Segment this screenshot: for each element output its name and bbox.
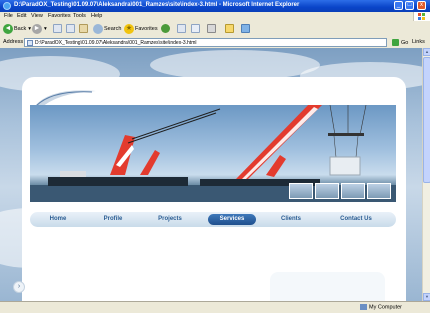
nav-profile[interactable]: Profile xyxy=(92,214,134,225)
thumbnail[interactable] xyxy=(367,183,391,199)
nav-contact-us[interactable]: Contact Us xyxy=(328,214,384,225)
back-button[interactable]: ◄ Back ▾ xyxy=(3,23,31,35)
windows-logo-icon xyxy=(413,12,430,21)
forward-button[interactable]: ► ▾ xyxy=(32,23,47,35)
history-icon[interactable] xyxy=(177,24,186,33)
star-icon: ★ xyxy=(124,23,134,34)
mail-icon[interactable] xyxy=(191,24,200,33)
window-title-bar: D:\ParadOX_Testing\01.09.07\Aleksandra\0… xyxy=(0,0,430,12)
menu-help[interactable]: Help xyxy=(91,13,102,19)
thumbnail[interactable] xyxy=(341,183,365,199)
favorites-button[interactable]: ★ Favorites xyxy=(124,23,158,35)
forward-arrow-icon: ► xyxy=(32,23,42,34)
menu-favorites[interactable]: Favorites xyxy=(48,13,71,19)
search-button[interactable]: Search xyxy=(93,23,121,35)
status-bar: My Computer xyxy=(0,301,430,313)
sidebar-box xyxy=(270,272,385,301)
window-title: D:\ParadOX_Testing\01.09.07\Aleksandra\0… xyxy=(14,2,300,8)
search-label: Search xyxy=(104,26,122,32)
messenger-icon[interactable] xyxy=(241,24,250,33)
favorites-label: Favorites xyxy=(135,26,158,32)
internet-explorer-icon xyxy=(3,2,11,10)
menu-view[interactable]: View xyxy=(31,13,43,19)
computer-icon xyxy=(360,304,367,310)
menu-file[interactable]: File xyxy=(4,13,13,19)
nav-clients[interactable]: Clients xyxy=(270,214,312,225)
hero-banner-image xyxy=(30,105,396,202)
refresh-icon[interactable] xyxy=(66,24,75,33)
nav-services[interactable]: Services xyxy=(208,214,256,225)
address-input[interactable]: D:\ParadOX_Testing\01.09.07\Aleksandra\0… xyxy=(24,38,387,47)
page-icon xyxy=(27,40,33,46)
stop-icon[interactable] xyxy=(53,24,62,33)
page-viewport: Home Profile Projects Services Clients C… xyxy=(0,48,422,301)
minimize-button[interactable]: _ xyxy=(394,1,403,10)
nav-home[interactable]: Home xyxy=(38,214,78,225)
vertical-scrollbar[interactable]: ▲ ▼ xyxy=(422,48,430,301)
go-arrow-icon xyxy=(392,39,399,46)
back-label: Back xyxy=(14,26,27,32)
toolbar: ◄ Back ▾ ► ▾ Search ★ Favorites xyxy=(0,21,430,38)
status-zone: My Computer xyxy=(360,304,402,310)
menu-tools[interactable]: Tools xyxy=(73,13,86,19)
status-zone-label: My Computer xyxy=(369,304,403,311)
menu-edit[interactable]: Edit xyxy=(17,13,26,19)
folder-icon[interactable] xyxy=(225,24,234,33)
address-label: Address xyxy=(3,39,24,45)
thumbnail[interactable] xyxy=(315,183,339,199)
home-icon[interactable] xyxy=(79,24,88,33)
site-nav: Home Profile Projects Services Clients C… xyxy=(30,212,396,227)
site-content-panel: Home Profile Projects Services Clients C… xyxy=(22,77,406,301)
address-value: D:\ParadOX_Testing\01.09.07\Aleksandra\0… xyxy=(35,40,197,46)
scroll-thumb[interactable] xyxy=(423,57,430,183)
back-arrow-icon: ◄ xyxy=(3,23,13,34)
maximize-button[interactable]: □ xyxy=(405,1,414,10)
arrow-bullet-button[interactable]: › xyxy=(13,281,25,293)
go-label: Go xyxy=(401,39,409,46)
media-icon[interactable] xyxy=(161,24,170,33)
close-button[interactable]: x xyxy=(417,1,426,10)
search-icon xyxy=(93,23,103,34)
links-button[interactable]: Links xyxy=(412,39,425,45)
go-button[interactable]: Go xyxy=(392,39,408,46)
scroll-down-icon[interactable]: ▼ xyxy=(423,293,430,301)
thumbnail[interactable] xyxy=(289,183,313,199)
scroll-up-icon[interactable]: ▲ xyxy=(423,48,430,56)
print-icon[interactable] xyxy=(207,24,216,33)
thumbnail-strip xyxy=(289,183,391,199)
nav-projects[interactable]: Projects xyxy=(148,214,192,225)
